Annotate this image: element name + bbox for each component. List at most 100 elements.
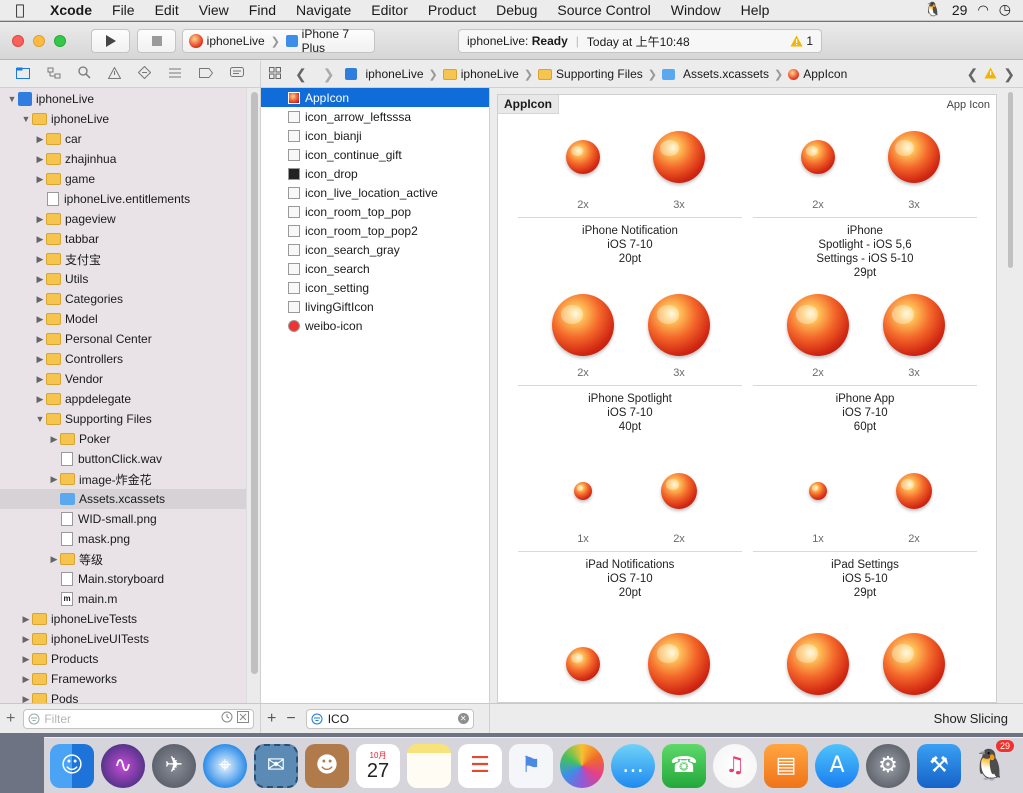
asset-row[interactable]: icon_drop [261, 164, 489, 183]
navigator-row[interactable]: ▶ Frameworks [0, 669, 246, 689]
navigator-row[interactable]: ▼ iphoneLive [0, 109, 246, 129]
disclosure-closed-icon[interactable]: ▶ [48, 474, 60, 485]
breadcrumb-project[interactable]: iphoneLive [342, 67, 426, 81]
asset-row[interactable]: weibo-icon [261, 316, 489, 335]
navigator-row[interactable]: ▶ image-炸金花 [0, 469, 246, 489]
previous-issue-icon[interactable]: ❮ [963, 66, 983, 83]
siri-icon[interactable]: ∿ [101, 743, 145, 788]
app-icon-slot[interactable] [801, 140, 835, 174]
debug-navigator-icon[interactable] [168, 67, 182, 82]
report-navigator-icon[interactable] [229, 66, 244, 82]
forward-arrow-icon[interactable]: ❯ [315, 66, 343, 83]
menu-app-name[interactable]: Xcode [40, 0, 102, 21]
menu-editor[interactable]: Editor [361, 0, 418, 21]
asset-row[interactable]: icon_live_location_active [261, 183, 489, 202]
scrollbar-thumb[interactable] [251, 92, 258, 674]
calendar-icon[interactable]: 10月 27 [356, 743, 400, 788]
menu-source-control[interactable]: Source Control [547, 0, 660, 21]
app-icon-slot[interactable] [883, 633, 945, 695]
menu-window[interactable]: Window [661, 0, 731, 21]
next-issue-icon[interactable]: ❯ [999, 66, 1023, 83]
disclosure-closed-icon[interactable]: ▶ [34, 154, 46, 165]
disclosure-closed-icon[interactable]: ▶ [34, 174, 46, 185]
disclosure-closed-icon[interactable]: ▶ [48, 554, 60, 565]
navigator-row[interactable]: ▶ Categories [0, 289, 246, 309]
disclosure-closed-icon[interactable]: ▶ [34, 234, 46, 245]
navigator-row[interactable]: ▶ iphoneLiveTests [0, 609, 246, 629]
test-navigator-icon[interactable] [137, 65, 152, 82]
related-items-icon[interactable] [261, 66, 287, 82]
asset-filter-field[interactable]: ICO ✕ [305, 708, 474, 729]
disclosure-open-icon[interactable]: ▼ [20, 114, 32, 124]
disclosure-closed-icon[interactable]: ▶ [34, 214, 46, 225]
remove-asset-button[interactable]: − [286, 710, 295, 728]
asset-row[interactable]: icon_arrow_leftsssa [261, 107, 489, 126]
asset-row[interactable]: icon_room_top_pop2 [261, 221, 489, 240]
xcode-icon[interactable]: ⚒ [917, 743, 961, 788]
menu-product[interactable]: Product [418, 0, 486, 21]
finder-icon[interactable]: ☺ [50, 743, 94, 788]
navigator-row[interactable]: ▶ 支付宝 [0, 249, 246, 269]
messages-icon[interactable]: … [611, 743, 655, 788]
recent-files-icon[interactable] [221, 711, 233, 726]
navigator-row[interactable]: ▶ car [0, 129, 246, 149]
symbol-navigator-icon[interactable] [47, 67, 61, 82]
disclosure-closed-icon[interactable]: ▶ [34, 294, 46, 305]
disclosure-closed-icon[interactable]: ▶ [34, 354, 46, 365]
clear-search-icon[interactable]: ✕ [457, 713, 469, 724]
app-icon-slot[interactable] [888, 131, 940, 183]
disclosure-closed-icon[interactable]: ▶ [20, 694, 32, 704]
system-preferences-icon[interactable]: ⚙ [866, 743, 910, 788]
scheme-selector[interactable]: iphoneLive ❯ iPhone 7 Plus [182, 27, 375, 55]
disclosure-closed-icon[interactable]: ▶ [34, 374, 46, 385]
app-icon-slot[interactable] [552, 294, 614, 356]
navigator-row[interactable]: ▶ Model [0, 309, 246, 329]
asset-row[interactable]: icon_bianji [261, 126, 489, 145]
navigator-row[interactable]: ▶ Vendor [0, 369, 246, 389]
run-button[interactable] [91, 29, 130, 53]
navigator-row[interactable]: ▶ iphoneLiveUITests [0, 629, 246, 649]
app-icon-slot[interactable] [787, 633, 849, 695]
notes-icon[interactable] [407, 743, 451, 788]
breadcrumb-group[interactable]: iphoneLive [440, 67, 522, 81]
menu-help[interactable]: Help [731, 0, 780, 21]
navigator-row[interactable]: ▶ Controllers [0, 349, 246, 369]
menu-navigate[interactable]: Navigate [286, 0, 361, 21]
navigator-row[interactable]: Main.storyboard [0, 569, 246, 589]
navigator-row[interactable]: ▶ Pods [0, 689, 246, 703]
asset-row[interactable]: AppIcon [261, 88, 489, 107]
launchpad-icon[interactable]: ✈ [152, 743, 196, 788]
close-window-button[interactable] [12, 35, 24, 47]
navigator-row[interactable]: ▶ zhajinhua [0, 149, 246, 169]
app-icon-slot[interactable] [661, 473, 697, 509]
back-arrow-icon[interactable]: ❮ [287, 66, 315, 83]
safari-icon[interactable]: ⌖ [203, 743, 247, 788]
scrollbar-thumb[interactable] [1008, 92, 1013, 268]
navigator-row[interactable]: buttonClick.wav [0, 449, 246, 469]
disclosure-open-icon[interactable]: ▼ [34, 414, 46, 424]
show-slicing-button[interactable]: Show Slicing [934, 711, 1008, 726]
menu-file[interactable]: File [102, 0, 145, 21]
breadcrumb-appicon[interactable]: AppIcon [785, 67, 850, 81]
asset-row[interactable]: livingGiftIcon [261, 297, 489, 316]
navigator-row[interactable]: Assets.xcassets [0, 489, 246, 509]
breadcrumb-assets[interactable]: Assets.xcassets [659, 67, 772, 81]
navigator-row[interactable]: WID-small.png [0, 509, 246, 529]
menu-debug[interactable]: Debug [486, 0, 547, 21]
navigator-row[interactable]: ▶ Poker [0, 429, 246, 449]
app-icon-slot[interactable] [648, 633, 710, 695]
menu-edit[interactable]: Edit [145, 0, 189, 21]
asset-row[interactable]: icon_room_top_pop [261, 202, 489, 221]
facetime-icon[interactable]: ☎ [662, 743, 706, 788]
menu-view[interactable]: View [189, 0, 239, 21]
wifi-icon[interactable]: ◠ [977, 3, 988, 18]
app-icon-slot[interactable] [648, 294, 710, 356]
navigator-filter-field[interactable]: Filter [23, 708, 254, 729]
disclosure-closed-icon[interactable]: ▶ [34, 274, 46, 285]
navigator-row[interactable]: ▶ game [0, 169, 246, 189]
app-icon-slot[interactable] [566, 140, 600, 174]
disclosure-closed-icon[interactable]: ▶ [34, 314, 46, 325]
add-file-button[interactable]: + [6, 710, 15, 728]
stop-button[interactable] [137, 29, 176, 53]
app-icon-slot[interactable] [574, 482, 592, 500]
